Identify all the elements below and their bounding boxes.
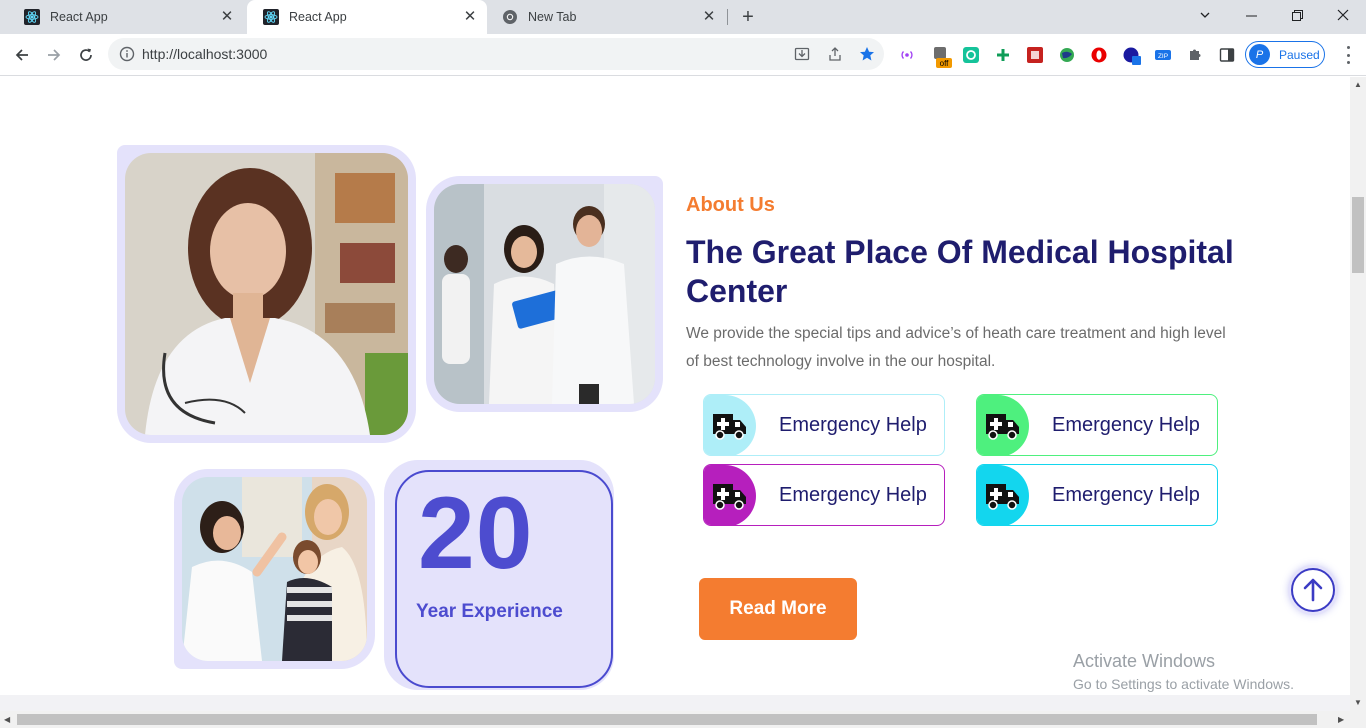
- tab-title: React App: [50, 10, 108, 24]
- help-card-label: Emergency Help: [1052, 414, 1200, 436]
- new-tab-button[interactable]: +: [738, 7, 758, 27]
- extensions-puzzle-icon[interactable]: [1187, 47, 1203, 63]
- avatar: P: [1249, 44, 1270, 65]
- ambulance-icon: [977, 395, 1029, 455]
- watermark-subtitle: Go to Settings to activate Windows.: [1073, 676, 1294, 692]
- doctor-portrait-image: [125, 153, 408, 435]
- install-app-icon[interactable]: [794, 46, 810, 62]
- react-icon: [263, 9, 279, 25]
- help-card-label: Emergency Help: [779, 414, 927, 436]
- minimize-icon[interactable]: [1228, 0, 1274, 30]
- puzzle-red-extension-icon[interactable]: [1027, 47, 1043, 63]
- read-more-button[interactable]: Read More: [699, 578, 857, 640]
- scroll-left-arrow-icon[interactable]: ◀: [4, 715, 10, 724]
- svg-text:ZIP: ZIP: [1158, 53, 1168, 60]
- broadcast-extension-icon[interactable]: [899, 47, 915, 63]
- horizontal-scrollbar[interactable]: ◀ ▶: [0, 711, 1366, 728]
- ambulance-icon: [704, 395, 756, 455]
- tab-title: New Tab: [528, 10, 577, 24]
- extension-badge-text: off: [940, 59, 950, 68]
- section-kicker: About Us: [686, 194, 775, 216]
- profile-button[interactable]: P Paused: [1245, 41, 1325, 68]
- zip-extension-icon[interactable]: ZIP: [1155, 47, 1171, 63]
- bookmark-star-icon[interactable]: [859, 46, 875, 62]
- tab-react-app-2[interactable]: React App ✕: [247, 0, 487, 34]
- watermark-title: Activate Windows: [1073, 651, 1216, 671]
- medical-team-image: [434, 184, 655, 404]
- close-tab-icon[interactable]: ✕: [702, 9, 716, 24]
- medical-team-photo-frame: [426, 176, 663, 412]
- next-section-edge: [0, 695, 1350, 711]
- globe-extension-icon[interactable]: [1059, 47, 1075, 63]
- tab-title: React App: [289, 10, 347, 24]
- section-title: The Great Place Of Medical Hospital Cent…: [686, 234, 1234, 309]
- url-text: http://localhost:3000: [142, 46, 268, 62]
- help-card-label: Emergency Help: [779, 484, 927, 506]
- horizontal-scroll-thumb[interactable]: [17, 714, 1317, 725]
- back-arrow-icon[interactable]: [11, 44, 33, 66]
- reload-icon[interactable]: [75, 44, 97, 66]
- react-icon: [24, 9, 40, 25]
- pediatric-photo-frame: [174, 469, 375, 669]
- ambulance-icon: [977, 465, 1029, 525]
- experience-years: 20: [418, 476, 534, 590]
- profile-status: Paused: [1279, 47, 1320, 62]
- scroll-to-top-button[interactable]: [1291, 568, 1335, 612]
- page-viewport: 20 Year Experience About Us The Great Pl…: [0, 77, 1350, 711]
- share-icon[interactable]: [827, 46, 843, 62]
- scroll-down-arrow-icon[interactable]: ▼: [1354, 699, 1362, 707]
- vertical-scrollbar[interactable]: ▲ ▼: [1350, 77, 1366, 711]
- site-info-icon[interactable]: [119, 46, 135, 62]
- extension-off-icon[interactable]: off: [933, 47, 952, 68]
- cursor-extension-icon[interactable]: [1123, 47, 1141, 65]
- forward-arrow-icon[interactable]: [43, 44, 65, 66]
- address-bar[interactable]: http://localhost:3000: [108, 38, 884, 70]
- section-description: We provide the special tips and advice’s…: [686, 325, 1226, 370]
- experience-label: Year Experience: [416, 601, 563, 622]
- tab-strip: React App ✕ React App ✕ New Tab ✕ +: [0, 0, 1366, 34]
- close-window-icon[interactable]: [1320, 0, 1366, 30]
- help-card-label: Emergency Help: [1052, 484, 1200, 506]
- menu-kebab-icon[interactable]: [1340, 46, 1356, 64]
- emergency-help-card-4[interactable]: Emergency Help: [976, 464, 1218, 526]
- plus-extension-icon[interactable]: [995, 47, 1011, 63]
- pediatric-visit-image: [182, 477, 367, 661]
- scroll-up-arrow-icon[interactable]: ▲: [1354, 81, 1362, 89]
- emergency-help-card-1[interactable]: Emergency Help: [703, 394, 945, 456]
- arrow-up-icon: [1303, 578, 1323, 602]
- tab-react-app-1[interactable]: React App ✕: [8, 0, 244, 34]
- browser-toolbar: http://localhost:3000 off ZIP P Paused: [0, 34, 1366, 76]
- side-panel-icon[interactable]: [1219, 47, 1235, 63]
- chrome-icon: [502, 9, 518, 25]
- emergency-help-card-3[interactable]: Emergency Help: [703, 464, 945, 526]
- emergency-help-card-2[interactable]: Emergency Help: [976, 394, 1218, 456]
- scroll-right-arrow-icon[interactable]: ▶: [1338, 715, 1344, 724]
- grammar-extension-icon[interactable]: [963, 47, 979, 63]
- tab-new-tab[interactable]: New Tab ✕: [486, 0, 726, 34]
- windows-activation-watermark: Activate Windows Go to Settings to activ…: [1073, 651, 1294, 692]
- restore-icon[interactable]: [1274, 0, 1320, 30]
- doctor-photo-frame: [117, 145, 416, 443]
- opera-extension-icon[interactable]: [1091, 47, 1107, 63]
- ambulance-icon: [704, 465, 756, 525]
- vertical-scroll-thumb[interactable]: [1352, 197, 1364, 273]
- close-tab-icon[interactable]: ✕: [463, 9, 477, 24]
- tab-search-icon[interactable]: [1182, 0, 1228, 30]
- close-tab-icon[interactable]: ✕: [220, 9, 234, 24]
- tab-separator: [727, 9, 728, 25]
